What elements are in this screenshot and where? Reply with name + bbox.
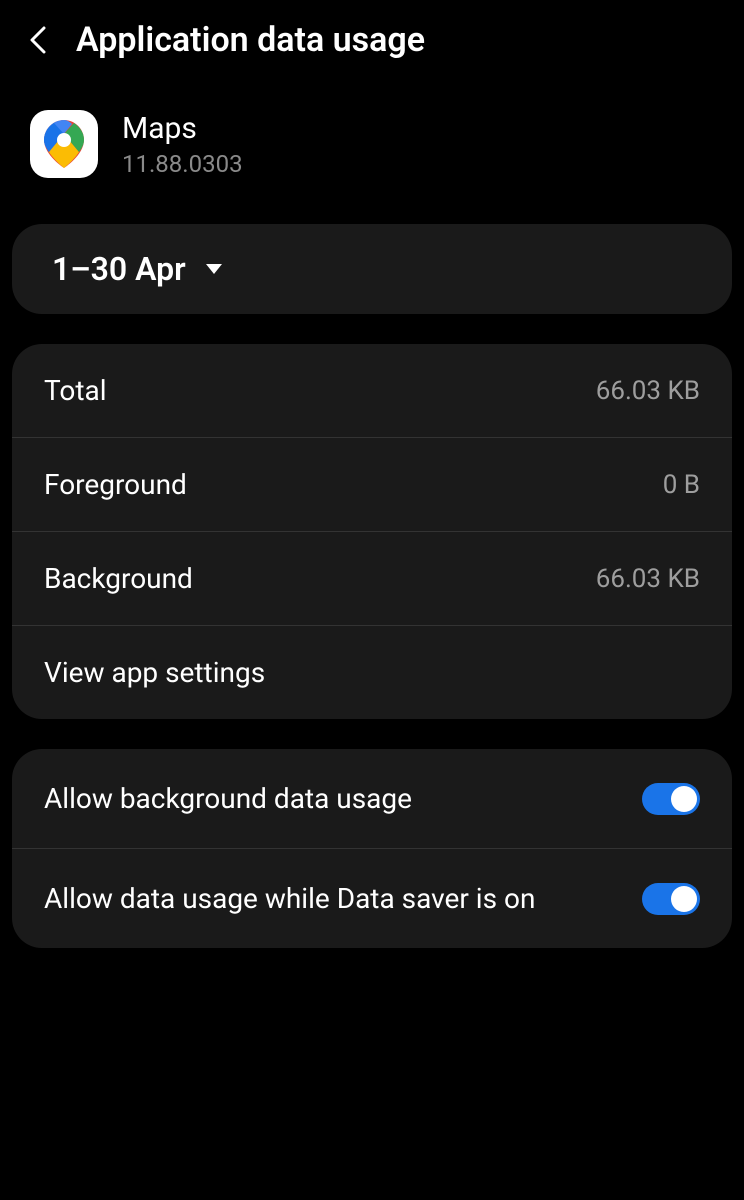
data-saver-label: Allow data usage while Data saver is on	[44, 879, 622, 918]
foreground-row: Foreground 0 B	[12, 438, 732, 532]
data-saver-toggle[interactable]	[642, 883, 700, 915]
page-title: Application data usage	[76, 20, 425, 60]
usage-card: Total 66.03 KB Foreground 0 B Background…	[12, 344, 732, 719]
background-label: Background	[44, 562, 193, 595]
toggle-knob	[671, 786, 697, 812]
background-data-label: Allow background data usage	[44, 779, 622, 818]
total-label: Total	[44, 374, 107, 407]
header: Application data usage	[0, 0, 744, 80]
chevron-down-icon	[206, 264, 222, 274]
data-saver-toggle-row: Allow data usage while Data saver is on	[12, 849, 732, 948]
app-details: Maps 11.88.0303	[122, 111, 243, 178]
toggle-knob	[671, 886, 697, 912]
view-app-settings-label: View app settings	[44, 656, 265, 689]
view-app-settings-button[interactable]: View app settings	[12, 626, 732, 719]
maps-app-icon	[30, 110, 98, 178]
date-range-text: 1–30 Apr	[52, 250, 186, 288]
app-name: Maps	[122, 111, 243, 146]
app-info: Maps 11.88.0303	[0, 80, 744, 208]
total-row: Total 66.03 KB	[12, 344, 732, 438]
app-version: 11.88.0303	[122, 150, 243, 178]
toggles-card: Allow background data usage Allow data u…	[12, 749, 732, 948]
background-data-toggle-row: Allow background data usage	[12, 749, 732, 849]
background-data-toggle[interactable]	[642, 783, 700, 815]
foreground-label: Foreground	[44, 468, 187, 501]
background-value: 66.03 KB	[596, 564, 700, 594]
foreground-value: 0 B	[663, 470, 700, 500]
background-row: Background 66.03 KB	[12, 532, 732, 626]
date-range-selector[interactable]: 1–30 Apr	[12, 224, 732, 314]
total-value: 66.03 KB	[596, 376, 700, 406]
back-icon[interactable]	[24, 26, 52, 54]
